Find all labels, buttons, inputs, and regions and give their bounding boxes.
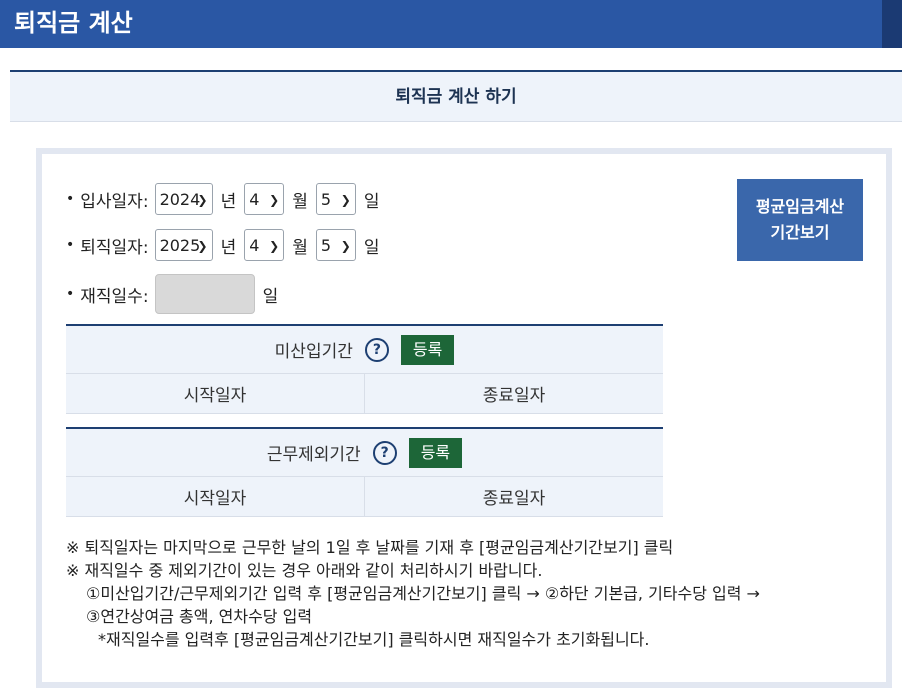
col-end-date: 종료일자 [364,477,663,516]
year-unit: 년 [220,237,237,258]
register-button[interactable]: 등록 [408,437,463,468]
start-year-value: 2024 [159,189,201,209]
note-line: *재직일수를 입력후 [평균임금계산기간보기] 클릭하시면 재직일수가 초기화됩… [98,630,650,649]
chevron-down-icon: ❯ [197,239,208,253]
note-line: ①미산입기간/근무제외기간 입력 후 [평균임금계산기간보기] 클릭 → ②하단… [86,584,760,603]
note-line: ※ 재직일수 중 제외기간이 있는 경우 아래와 같이 처리하시기 바랍니다. [66,561,543,580]
note-line: ③연간상여금 총액, 연차수당 입력 [86,607,313,626]
chevron-down-icon: ❯ [269,193,280,207]
days-input[interactable] [154,274,255,314]
avg-wage-button-line2: 기간보기 [770,223,830,242]
calculator-panel: • 입사일자: 2024 ❯ 년 4 ❯ 월 5 ❯ 일 • 퇴직일자: 202… [36,148,892,688]
end-month-value: 4 [249,235,260,255]
col-start-date: 시작일자 [183,386,247,406]
section-bar: 퇴직금 계산 하기 [10,70,902,122]
day-unit: 일 [363,237,380,258]
end-date-row: • 퇴직일자: 2025 ❯ 년 4 ❯ 월 5 ❯ 일 [66,228,383,262]
table-title: 근무제외기간 [266,445,361,465]
days-row: • 재직일수: 일 [66,274,278,314]
start-date-label: 입사일자: [80,191,149,212]
page-title: 퇴직금 계산 [14,9,133,37]
chevron-down-icon: ❯ [197,193,208,207]
start-day-value: 5 [320,189,332,209]
end-day-select[interactable]: 5 ❯ [315,229,356,261]
table-title: 미산입기간 [274,342,353,362]
end-day-value: 5 [320,235,332,255]
days-label: 재직일수: [80,286,149,307]
end-month-select[interactable]: 4 ❯ [244,229,285,261]
table-header: 근무제외기간 ? 등록 [66,429,663,477]
table-columns: 시작일자 종료일자 [66,477,663,517]
end-date-label: 퇴직일자: [80,237,149,258]
col-start-date: 시작일자 [183,489,247,509]
register-button[interactable]: 등록 [400,334,455,365]
note-line: ※ 퇴직일자는 마지막으로 근무한 날의 1일 후 날짜를 기재 후 [평균임금… [66,538,674,557]
start-month-select[interactable]: 4 ❯ [244,183,285,215]
app-header: 퇴직금 계산 [0,0,902,48]
days-unit: 일 [262,286,279,307]
end-year-value: 2025 [159,235,201,255]
chevron-down-icon: ❯ [340,193,351,207]
month-unit: 월 [292,237,308,258]
bullet: • [66,191,75,207]
day-unit: 일 [363,191,380,212]
help-icon[interactable]: ? [364,337,389,362]
avg-wage-period-button[interactable]: 평균임금계산 기간보기 [737,179,863,261]
table-header: 미산입기간 ? 등록 [66,326,663,374]
start-date-row: • 입사일자: 2024 ❯ 년 4 ❯ 월 5 ❯ 일 [66,182,383,216]
start-day-select[interactable]: 5 ❯ [315,183,356,215]
header-accent [882,0,902,48]
start-year-select[interactable]: 2024 ❯ [154,183,213,215]
chevron-down-icon: ❯ [340,239,351,253]
start-month-value: 4 [249,189,260,209]
notes: ※ 퇴직일자는 마지막으로 근무한 날의 1일 후 날짜를 기재 후 [평균임금… [66,536,760,651]
table-columns: 시작일자 종료일자 [66,374,663,414]
col-end-date: 종료일자 [364,374,663,413]
end-year-select[interactable]: 2025 ❯ [154,229,213,261]
year-unit: 년 [220,191,237,212]
excluded-period-table: 미산입기간 ? 등록 시작일자 종료일자 [66,324,663,414]
month-unit: 월 [292,191,308,212]
bullet: • [66,286,75,302]
help-icon[interactable]: ? [372,440,397,465]
work-excluded-period-table: 근무제외기간 ? 등록 시작일자 종료일자 [66,427,663,517]
chevron-down-icon: ❯ [269,239,280,253]
section-title: 퇴직금 계산 하기 [395,87,517,107]
bullet: • [66,237,75,253]
avg-wage-button-line1: 평균임금계산 [755,197,845,216]
